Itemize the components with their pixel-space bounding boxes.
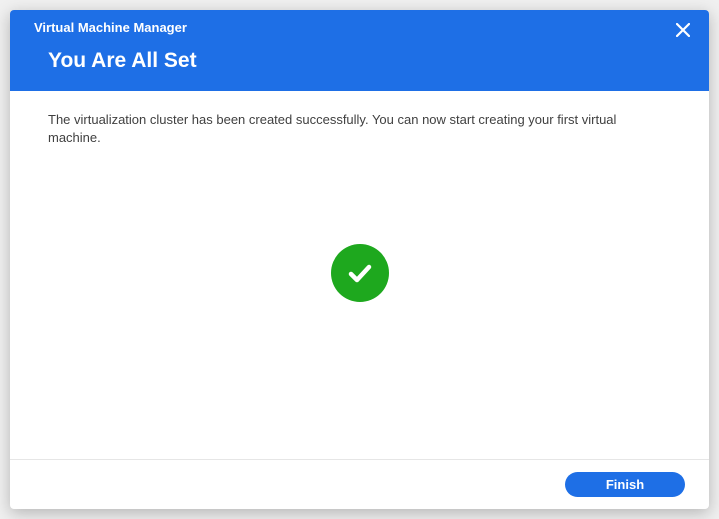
close-button[interactable] <box>673 20 693 40</box>
dialog-footer: Finish <box>10 459 709 509</box>
check-icon <box>344 257 376 289</box>
success-icon <box>331 244 389 302</box>
dialog-header: Virtual Machine Manager You Are All Set <box>10 10 709 91</box>
app-title: Virtual Machine Manager <box>34 20 685 35</box>
finish-button[interactable]: Finish <box>565 472 685 497</box>
dialog: Virtual Machine Manager You Are All Set … <box>10 10 709 509</box>
page-title: You Are All Set <box>48 49 685 73</box>
success-message: The virtualization cluster has been crea… <box>48 111 671 147</box>
close-icon <box>676 23 690 37</box>
success-icon-wrap <box>48 147 671 439</box>
dialog-content: The virtualization cluster has been crea… <box>10 91 709 459</box>
